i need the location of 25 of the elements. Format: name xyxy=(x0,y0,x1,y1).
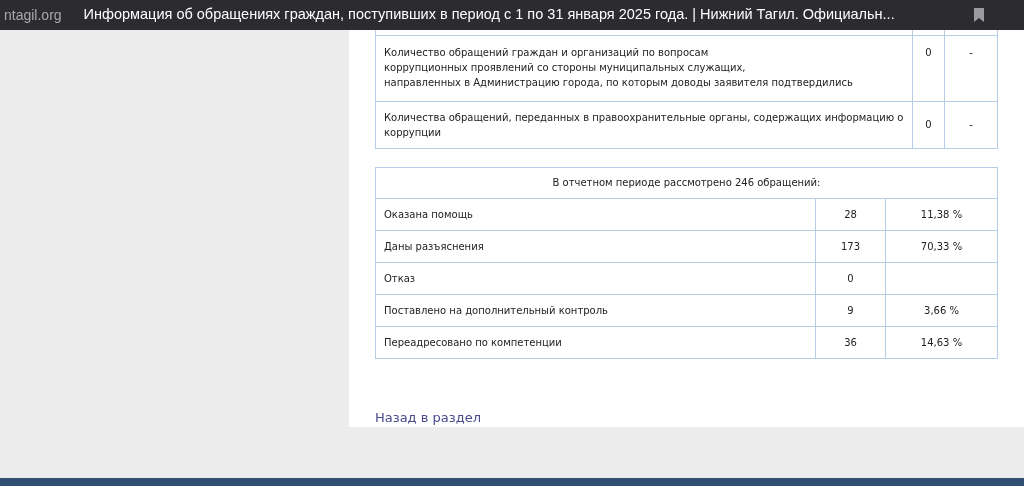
row-label: Количество обращений граждан и организаций по вопросам коррупционных проявлений со стороны муниципальных служащих, направленных в Администрацию города, по которым доводы заявителя подтвердились xyxy=(384,46,853,88)
row-label: Поставлено на дополнительный контроль xyxy=(384,304,608,316)
row-label: Оказана помощь xyxy=(384,208,473,220)
share-cell: 70,33 % xyxy=(920,240,963,252)
share-cell: 3,66 % xyxy=(924,304,959,316)
share-cell: - xyxy=(969,46,973,58)
count-cell: 9 xyxy=(847,304,854,316)
row-label: Даны разъяснения xyxy=(384,240,484,252)
share-cell: 11,38 % xyxy=(920,208,963,220)
count-cell: 0 xyxy=(847,272,854,284)
count-cell: 173 xyxy=(840,240,861,252)
row-label: Количества обращений, переданных в правоохранительные органы, содержащих информацию о коррупции xyxy=(384,111,904,138)
count-cell: 36 xyxy=(844,336,857,348)
count-cell: 0 xyxy=(925,119,932,130)
row-label: Отказ xyxy=(384,272,416,284)
count-cell: 28 xyxy=(844,208,857,220)
row-label: Переадресовано по компетенции xyxy=(384,336,562,348)
share-cell: 14,63 % xyxy=(920,336,963,348)
table-caption: В отчетном периоде рассмотрено 246 обращений: xyxy=(552,177,821,188)
count-cell: 0 xyxy=(925,46,932,58)
share-cell: - xyxy=(969,119,973,130)
back-link[interactable]: Назад в раздел xyxy=(375,407,481,427)
site-domain: ntagil.org xyxy=(4,5,62,25)
bookmark-icon[interactable] xyxy=(974,8,984,22)
page-title: Информация об обращениях граждан, поступивших в период с 1 по 31 января 2025 года. | Нижний Тагил. Официальн... xyxy=(83,5,895,25)
